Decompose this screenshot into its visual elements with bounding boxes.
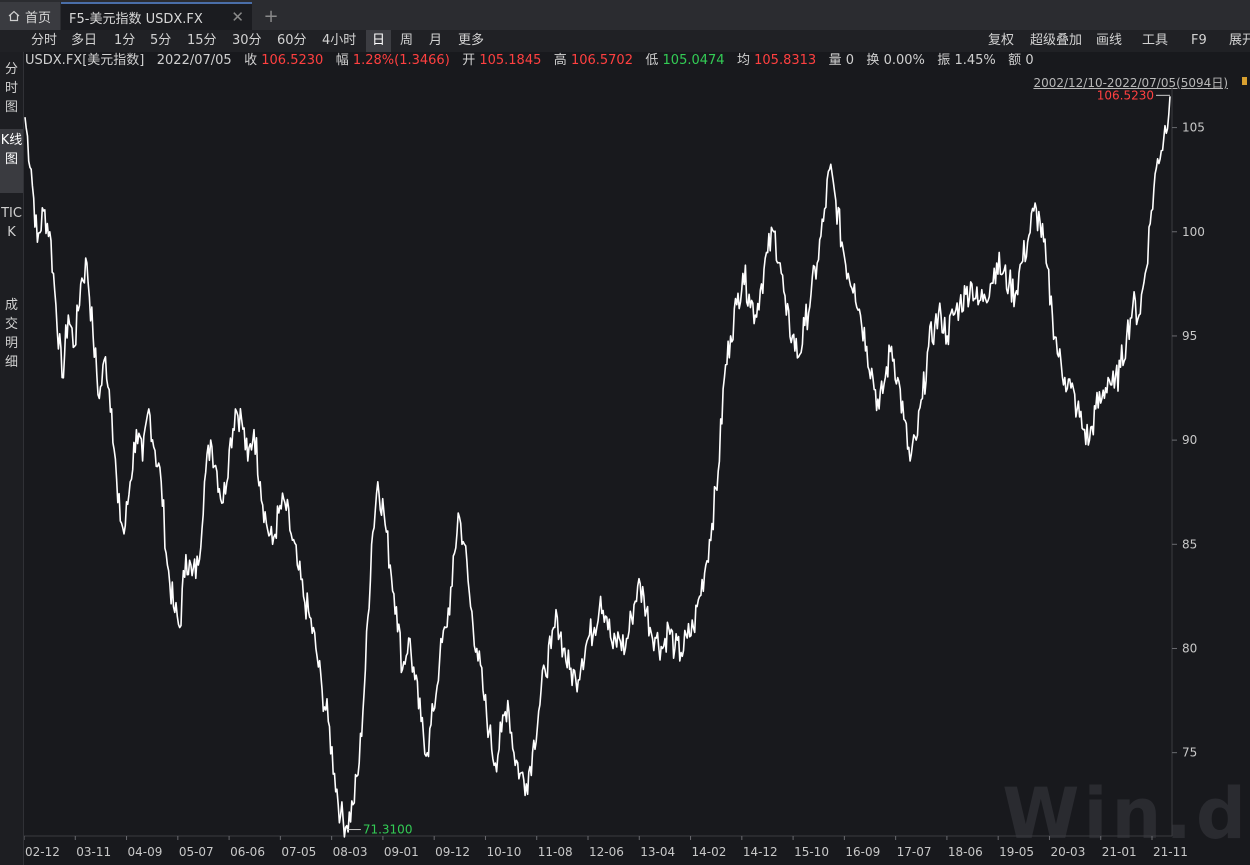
amplitude-value: 1.45% xyxy=(954,53,996,68)
x-tick-label: 21-11 xyxy=(1153,845,1188,859)
x-tick-label: 17-07 xyxy=(897,845,932,859)
x-axis: 02-12 03-11 04-09 05-07 06-06 07-05 08-03 09-01… xyxy=(24,835,1188,859)
avg-label: 均 xyxy=(736,53,750,68)
price-line xyxy=(24,96,1171,838)
x-tick-label: 05-07 xyxy=(179,845,214,859)
adjust-button[interactable]: 复权 xyxy=(983,30,1019,52)
x-tick-label: 02-12 xyxy=(25,845,60,859)
min-value-label: 71.3100 xyxy=(363,823,413,837)
x-tick-label: 04-09 xyxy=(128,845,163,859)
change-value: 1.28%(1.3466) xyxy=(352,53,450,68)
tab-home[interactable]: 首页 xyxy=(0,2,60,30)
range-marker-icon xyxy=(1242,77,1247,85)
x-tick-label: 08-03 xyxy=(333,845,368,859)
sidebar-tab-kline[interactable]: K线图 xyxy=(0,129,23,193)
f9-button[interactable]: F9 xyxy=(1186,30,1212,52)
y-tick-label: 85 xyxy=(1182,537,1197,551)
y-tick-label: 105 xyxy=(1182,121,1205,135)
volume-label: 量 xyxy=(828,53,842,68)
period-intraday-button[interactable]: 分时 xyxy=(26,30,62,52)
quote-info-bar: USDX.FX[美元指数] 2022/07/05 收 106.5230 幅 1.… xyxy=(25,52,1034,70)
expand-button[interactable]: 展开 xyxy=(1224,30,1250,52)
period-toolbar: 分时 多日 1分 5分 15分 30分 60分 4小时 日 周 月 更多 复权 … xyxy=(0,30,1250,52)
change-label: 幅 xyxy=(335,53,349,68)
x-tick-label: 09-12 xyxy=(435,845,470,859)
period-5min-button[interactable]: 5分 xyxy=(145,30,176,52)
quote-date: 2022/07/05 xyxy=(156,53,232,68)
tab-usdx[interactable]: F5-美元指数 USDX.FX ✕ xyxy=(61,2,252,30)
sidebar-tab-tick[interactable]: TICK xyxy=(0,202,23,284)
chart-annotations: 106.5230 71.3100 xyxy=(346,88,1170,837)
period-15min-button[interactable]: 15分 xyxy=(182,30,222,52)
high-label: 高 xyxy=(553,53,567,68)
amount-value: 0 xyxy=(1025,53,1034,68)
x-tick-label: 07-05 xyxy=(281,845,316,859)
overlay-button[interactable]: 超级叠加 xyxy=(1025,30,1087,52)
low-label: 低 xyxy=(645,53,659,68)
close-label: 收 xyxy=(244,53,258,68)
y-tick-label: 90 xyxy=(1182,433,1197,447)
amplitude-label: 振 xyxy=(937,53,951,68)
sidebar-tab-trades[interactable]: 成交明细 xyxy=(0,294,23,376)
x-tick-label: 19-05 xyxy=(999,845,1034,859)
tools-button[interactable]: 工具 xyxy=(1137,30,1173,52)
period-60min-button[interactable]: 60分 xyxy=(272,30,312,52)
sidebar-tab-intraday[interactable]: 分时图 xyxy=(0,58,23,120)
turnover-value: 0.00% xyxy=(883,53,925,68)
x-tick-label: 15-10 xyxy=(794,845,829,859)
home-icon xyxy=(8,10,20,22)
x-tick-label: 12-06 xyxy=(589,845,624,859)
open-label: 开 xyxy=(462,53,476,68)
y-tick-label: 95 xyxy=(1182,329,1197,343)
x-tick-label: 10-10 xyxy=(486,845,521,859)
period-month-button[interactable]: 月 xyxy=(424,30,447,52)
x-tick-label: 14-12 xyxy=(743,845,778,859)
volume-value: 0 xyxy=(845,53,854,68)
x-tick-label: 14-02 xyxy=(692,845,727,859)
x-tick-label: 09-01 xyxy=(384,845,419,859)
tab-usdx-label: F5-美元指数 USDX.FX xyxy=(69,11,203,27)
period-multiday-button[interactable]: 多日 xyxy=(66,30,102,52)
view-sidebar: 分时图 K线图 TICK 成交明细 xyxy=(0,52,24,865)
more-periods-button[interactable]: 更多 xyxy=(453,30,489,52)
x-tick-label: 16-09 xyxy=(845,845,880,859)
x-tick-label: 13-04 xyxy=(640,845,675,859)
x-tick-label: 03-11 xyxy=(76,845,111,859)
period-1min-button[interactable]: 1分 xyxy=(109,30,140,52)
price-line-chart[interactable]: 75 80 85 90 95 100 105 02-12 03-11 04-09 05-07 06-… xyxy=(24,88,1250,865)
x-tick-label: 18-06 xyxy=(948,845,983,859)
x-tick-label: 21-01 xyxy=(1102,845,1137,859)
max-value-label: 106.5230 xyxy=(1097,88,1154,102)
symbol-name: USDX.FX[美元指数] xyxy=(25,53,145,68)
y-tick-label: 75 xyxy=(1182,746,1197,760)
y-axis: 75 80 85 90 95 100 105 xyxy=(1171,88,1205,836)
y-tick-label: 80 xyxy=(1182,641,1197,655)
period-week-button[interactable]: 周 xyxy=(395,30,418,52)
close-value: 106.5230 xyxy=(261,53,324,68)
high-value: 106.5702 xyxy=(570,53,633,68)
close-icon[interactable]: ✕ xyxy=(231,8,244,26)
x-tick-label: 20-03 xyxy=(1050,845,1085,859)
avg-value: 105.8313 xyxy=(754,53,817,68)
period-30min-button[interactable]: 30分 xyxy=(227,30,267,52)
open-value: 105.1845 xyxy=(479,53,542,68)
draw-line-button[interactable]: 画线 xyxy=(1091,30,1127,52)
tab-bar: 首页 F5-美元指数 USDX.FX ✕ + xyxy=(0,0,1250,31)
price-series xyxy=(24,96,1171,838)
low-value: 105.0474 xyxy=(662,53,725,68)
turnover-label: 换 xyxy=(866,53,880,68)
amount-label: 额 xyxy=(1008,53,1022,68)
tab-home-label: 首页 xyxy=(25,10,52,26)
x-tick-label: 11-08 xyxy=(538,845,573,859)
add-tab-icon[interactable]: + xyxy=(258,2,284,30)
x-tick-label: 06-06 xyxy=(230,845,265,859)
period-day-button[interactable]: 日 xyxy=(366,30,391,52)
period-4hour-button[interactable]: 4小时 xyxy=(317,30,361,52)
y-tick-label: 100 xyxy=(1182,225,1205,239)
